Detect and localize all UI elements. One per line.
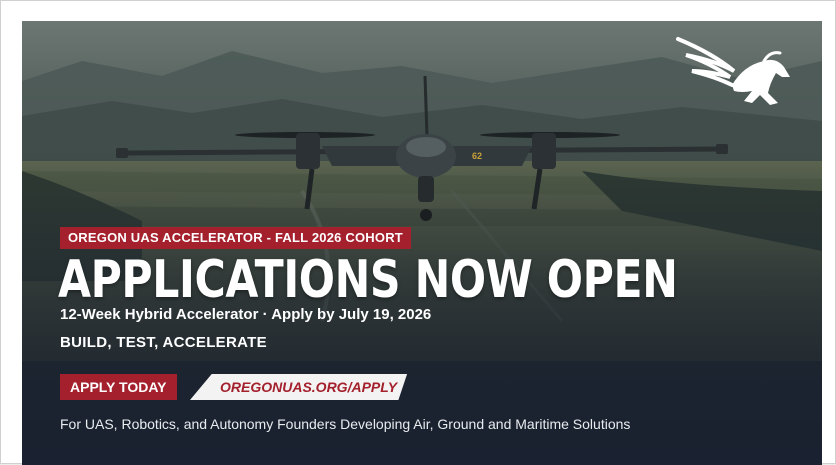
hero-banner: 62 OREGON UAS ACCELERATOR - FALL 2026 CO… bbox=[22, 21, 822, 465]
program-subline: 12-Week Hybrid Accelerator · Apply by Ju… bbox=[60, 306, 432, 323]
winged-horse-logo-icon bbox=[676, 37, 790, 105]
page-frame: 62 OREGON UAS ACCELERATOR - FALL 2026 CO… bbox=[0, 0, 836, 465]
tagline: BUILD, TEST, ACCELERATE bbox=[60, 334, 267, 351]
apply-url-link[interactable]: OREGONUAS.ORG/APPLY bbox=[190, 374, 408, 400]
apply-today-button[interactable]: APPLY TODAY bbox=[60, 374, 177, 400]
drone-marking-text: 62 bbox=[472, 151, 482, 161]
headline: APPLICATIONS NOW OPEN bbox=[58, 250, 678, 310]
cohort-tag: OREGON UAS ACCELERATOR - FALL 2026 COHOR… bbox=[60, 227, 411, 249]
audience-description: For UAS, Robotics, and Autonomy Founders… bbox=[60, 416, 631, 432]
